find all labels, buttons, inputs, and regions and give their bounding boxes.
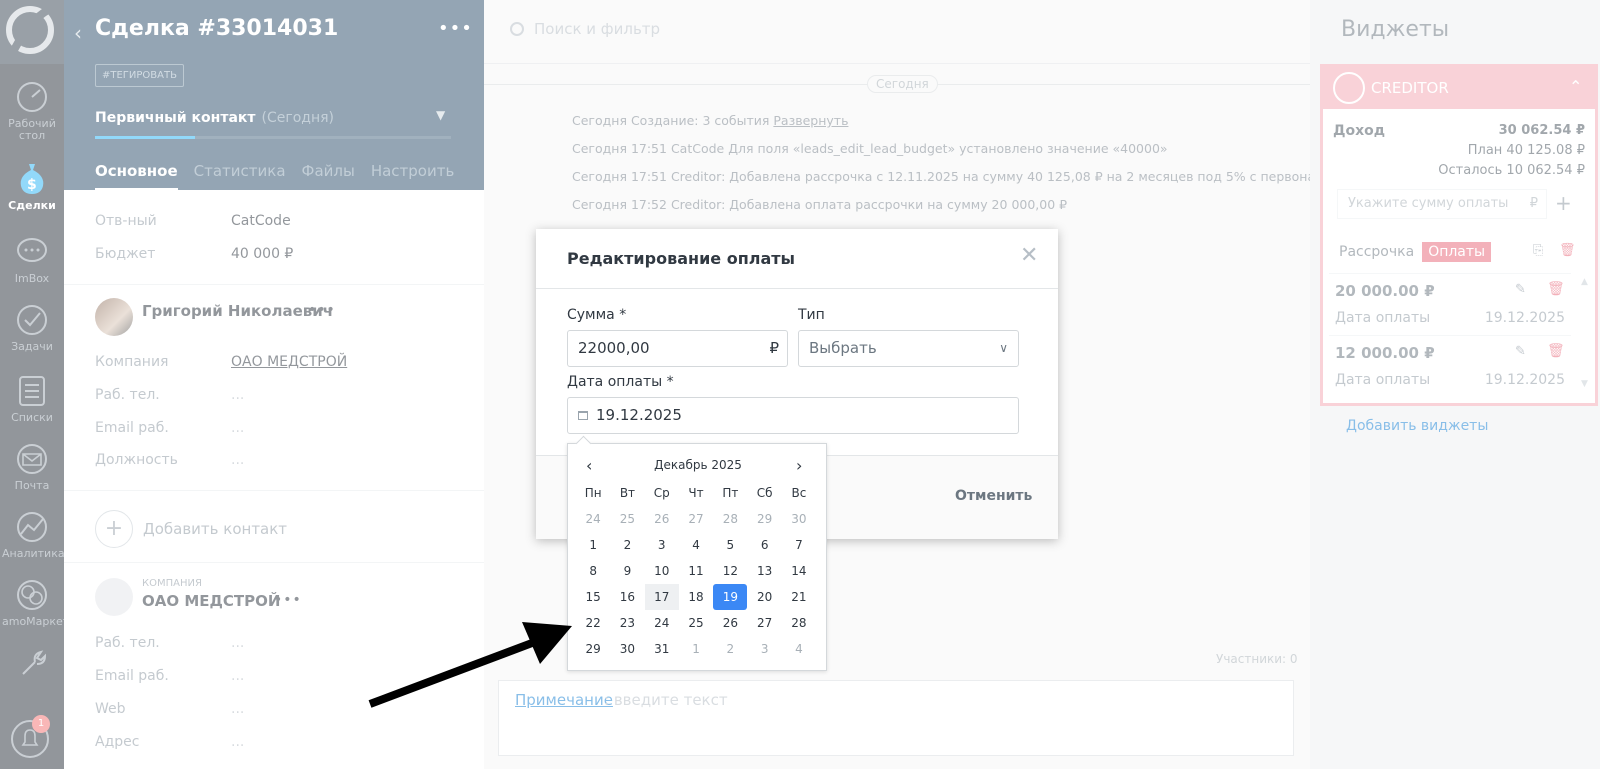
app-root: Рабочий стол $ Сделки ImBox Задачи Списк… <box>0 0 1600 769</box>
annotation-arrow <box>368 622 572 708</box>
